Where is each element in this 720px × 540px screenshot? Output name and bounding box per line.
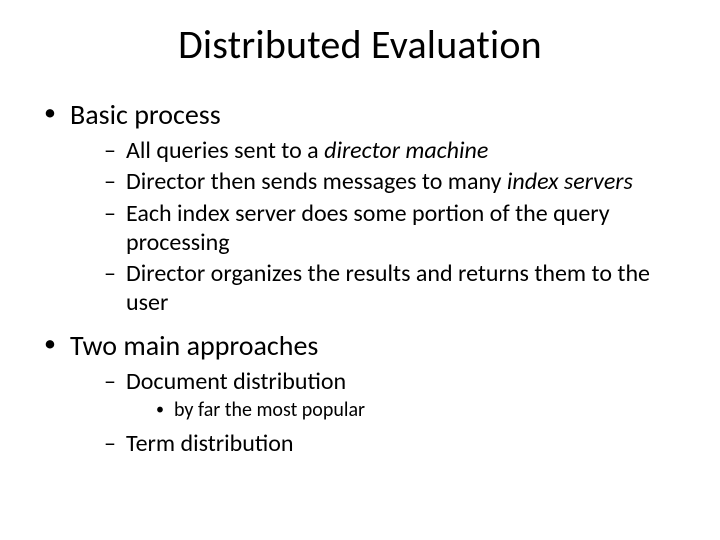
- text-run-italic: index servers: [507, 167, 633, 196]
- text-run: Director then sends messages to many: [126, 167, 507, 196]
- sub-bullet: Each index server does some portion of t…: [104, 199, 684, 258]
- sub-bullet: All queries sent to a director machine: [104, 136, 684, 165]
- text-run: All queries sent to a: [126, 136, 324, 165]
- bullet-list-level2: Document distribution by far the most po…: [104, 367, 684, 459]
- bullet-list-level2: All queries sent to a director machine D…: [104, 136, 684, 318]
- sub-bullet: Director organizes the results and retur…: [104, 259, 684, 318]
- sub-bullet-doc-dist: Document distribution by far the most po…: [104, 367, 684, 423]
- sub-sub-bullet: by far the most popular: [156, 398, 684, 423]
- slide-title: Distributed Evaluation: [36, 20, 684, 69]
- bullet-list-level1: Basic process All queries sent to a dire…: [44, 97, 684, 458]
- bullet-label: Two main approaches: [70, 328, 318, 363]
- text-run-italic: director machine: [324, 136, 488, 165]
- sub-bullet-term-dist: Term distribution: [104, 429, 684, 458]
- bullet-two-approaches: Two main approaches Document distributio…: [44, 328, 684, 459]
- sub-bullet: Director then sends messages to many ind…: [104, 167, 684, 196]
- bullet-label: Basic process: [70, 97, 221, 132]
- bullet-list-level3: by far the most popular: [156, 398, 684, 423]
- slide: Distributed Evaluation Basic process All…: [0, 0, 720, 540]
- bullet-basic-process: Basic process All queries sent to a dire…: [44, 97, 684, 318]
- text-run: Document distribution: [126, 367, 346, 396]
